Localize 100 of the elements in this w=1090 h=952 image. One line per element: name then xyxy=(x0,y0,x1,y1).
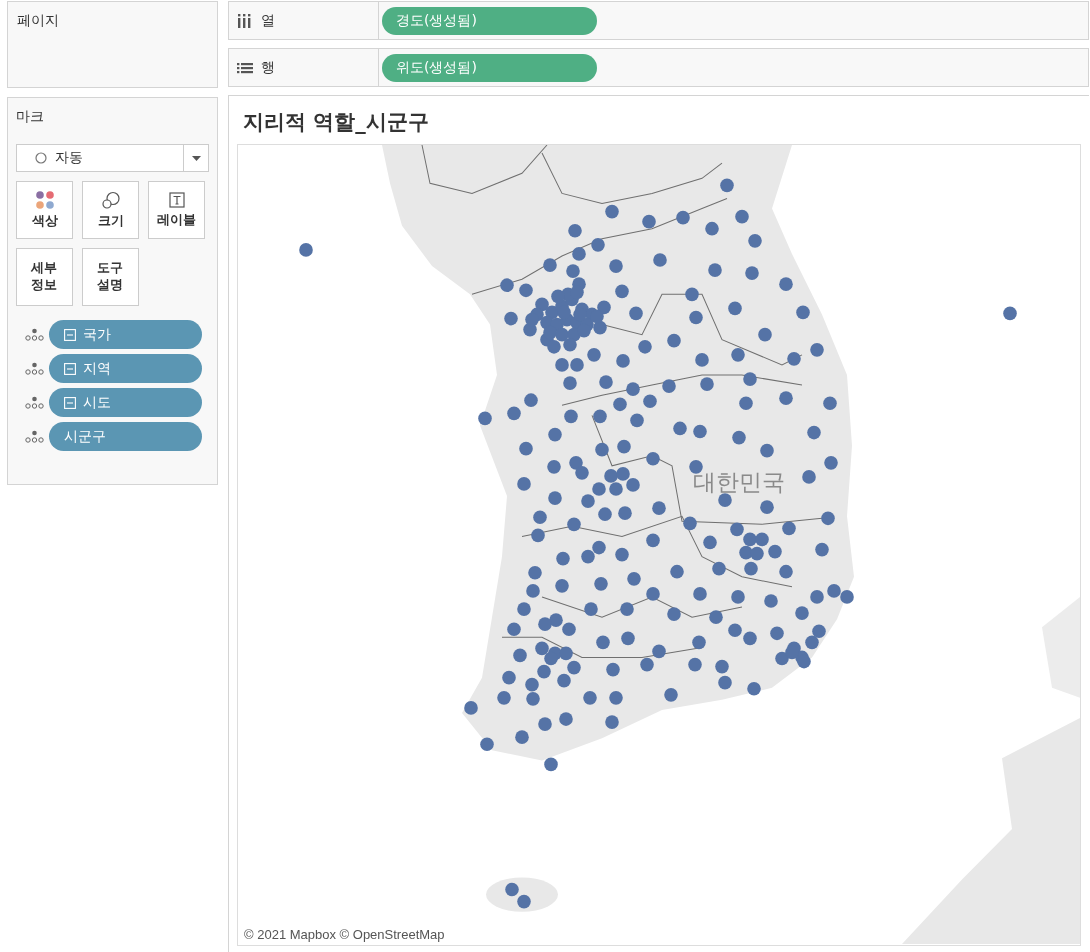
map-dot[interactable] xyxy=(533,510,547,525)
map-dot[interactable] xyxy=(593,320,607,335)
map-dot[interactable] xyxy=(609,691,623,705)
map-dot[interactable] xyxy=(591,238,605,252)
label-button[interactable]: 레이블 xyxy=(148,181,205,239)
map-dot[interactable] xyxy=(559,712,573,726)
map-dot[interactable] xyxy=(739,396,753,411)
map-dot[interactable] xyxy=(662,379,676,393)
map-dot[interactable] xyxy=(535,641,549,656)
map-dot[interactable] xyxy=(583,691,597,705)
map-dot[interactable] xyxy=(569,455,583,470)
size-button[interactable]: 크기 xyxy=(82,181,139,239)
map-dot[interactable] xyxy=(760,500,774,515)
map-dot[interactable] xyxy=(615,547,629,562)
map-dot[interactable] xyxy=(779,564,793,579)
map-dot[interactable] xyxy=(606,662,620,677)
map-dot[interactable] xyxy=(821,511,835,526)
map-dot[interactable] xyxy=(745,266,759,280)
map-dot[interactable] xyxy=(505,882,519,897)
map-dot[interactable] xyxy=(626,478,640,492)
map-dot[interactable] xyxy=(685,287,699,302)
map-dot[interactable] xyxy=(785,645,799,660)
map-dot[interactable] xyxy=(567,517,581,532)
map-dot[interactable] xyxy=(549,613,563,627)
map-dot[interactable] xyxy=(758,327,772,342)
map-dot[interactable] xyxy=(581,494,595,508)
map-dot[interactable] xyxy=(797,654,811,669)
map-dot[interactable] xyxy=(592,540,606,555)
map-dot[interactable] xyxy=(795,606,809,620)
map-dot[interactable] xyxy=(507,622,521,637)
map-background[interactable]: 대한민국 © 2021 Mapbox © OpenStreetMap xyxy=(237,144,1081,946)
map-dot[interactable] xyxy=(524,393,538,408)
map-dot[interactable] xyxy=(543,325,557,340)
map-dot[interactable] xyxy=(703,535,717,550)
map-dot[interactable] xyxy=(743,532,757,547)
map-dot[interactable] xyxy=(596,635,610,650)
map-dot[interactable] xyxy=(688,657,702,672)
map-dot[interactable] xyxy=(728,301,742,316)
map-dot[interactable] xyxy=(547,459,561,474)
map-dot[interactable] xyxy=(750,546,764,561)
map-dot[interactable] xyxy=(693,587,707,601)
map-dot[interactable] xyxy=(810,342,824,357)
map-dot[interactable] xyxy=(807,425,821,440)
collapse-icon[interactable] xyxy=(64,362,76,375)
map-dot[interactable] xyxy=(755,532,769,547)
map-dot[interactable] xyxy=(629,306,643,321)
map-dot[interactable] xyxy=(599,375,613,389)
map-dot[interactable] xyxy=(652,501,666,516)
map-dot[interactable] xyxy=(517,894,531,909)
map-dot[interactable] xyxy=(566,264,580,278)
map-dot[interactable] xyxy=(507,406,521,421)
map-dot[interactable] xyxy=(626,382,640,396)
map-dot[interactable] xyxy=(705,221,719,236)
map-dot[interactable] xyxy=(570,358,584,372)
map-dot[interactable] xyxy=(646,533,660,548)
tooltip-button[interactable]: 도구 설명 xyxy=(82,248,139,306)
map-dot[interactable] xyxy=(730,522,744,537)
map-dot[interactable] xyxy=(715,659,729,674)
map-dot[interactable] xyxy=(640,657,654,672)
map-dot[interactable] xyxy=(743,372,757,386)
map-dot[interactable] xyxy=(517,477,531,491)
map-dot[interactable] xyxy=(643,394,657,409)
map-dot[interactable] xyxy=(810,590,824,604)
map-dot[interactable] xyxy=(695,353,709,367)
map-dot[interactable] xyxy=(667,333,681,348)
map-dot[interactable] xyxy=(770,626,784,641)
detail-button[interactable]: 세부 정보 xyxy=(16,248,73,306)
map-dot[interactable] xyxy=(538,717,552,731)
map-dot[interactable] xyxy=(519,283,533,298)
map-dot[interactable] xyxy=(676,210,690,225)
map-dot[interactable] xyxy=(720,178,734,193)
collapse-icon[interactable] xyxy=(64,328,76,341)
map-dot[interactable] xyxy=(538,617,552,632)
map-dot[interactable] xyxy=(572,247,586,261)
map-dot[interactable] xyxy=(604,469,618,483)
map-dot[interactable] xyxy=(709,610,723,624)
map-dot[interactable] xyxy=(504,311,518,326)
map-dot[interactable] xyxy=(528,565,542,580)
map-dot[interactable] xyxy=(544,757,558,772)
map-dot[interactable] xyxy=(673,421,687,436)
map-dot[interactable] xyxy=(787,352,801,366)
map-dot[interactable] xyxy=(796,305,810,320)
map-dot[interactable] xyxy=(618,506,632,521)
map-dot[interactable] xyxy=(519,441,533,456)
map-dot[interactable] xyxy=(581,549,595,564)
map-dot[interactable] xyxy=(840,590,854,604)
map-dot[interactable] xyxy=(594,577,608,591)
map-dot[interactable] xyxy=(526,692,540,706)
map-dot[interactable] xyxy=(664,687,678,702)
map-dot[interactable] xyxy=(824,455,838,470)
map-dot[interactable] xyxy=(693,424,707,439)
map-dot[interactable] xyxy=(646,451,660,466)
map-dot[interactable] xyxy=(1003,306,1017,321)
map-dot[interactable] xyxy=(609,259,623,273)
map-dot[interactable] xyxy=(478,411,492,426)
map-dot[interactable] xyxy=(642,214,656,229)
map-dot[interactable] xyxy=(575,466,589,480)
map-dot[interactable] xyxy=(557,673,571,688)
map-dot[interactable] xyxy=(652,644,666,659)
map-dot[interactable] xyxy=(595,442,609,457)
